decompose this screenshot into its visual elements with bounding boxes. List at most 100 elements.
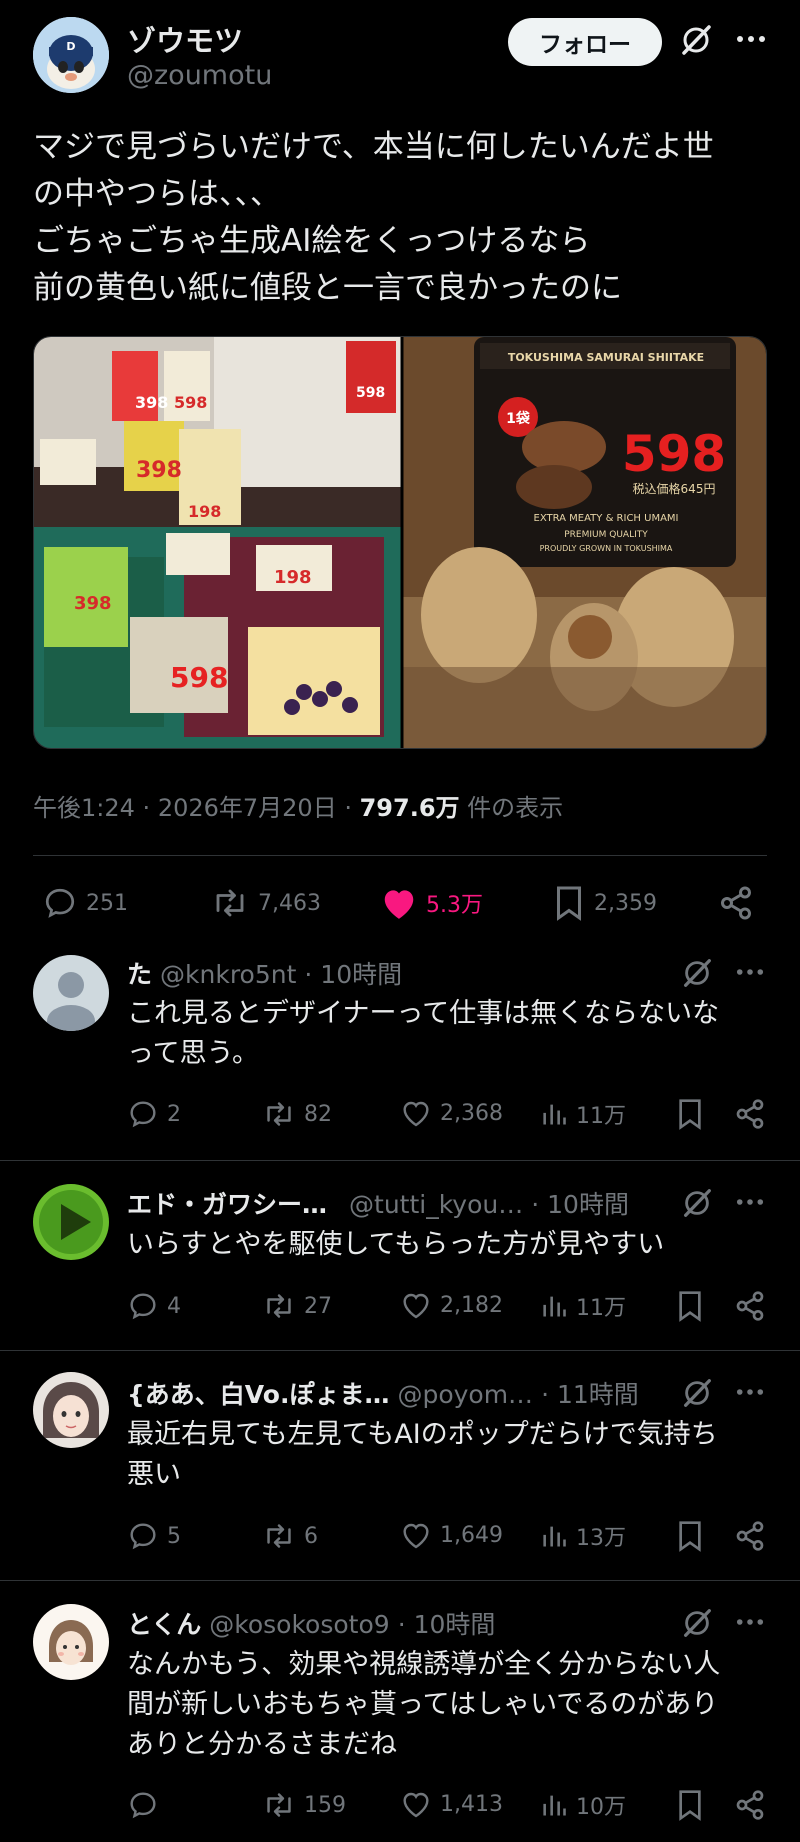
views-button[interactable]: 11万 xyxy=(540,1290,626,1322)
view-count: 10万 xyxy=(576,1795,626,1820)
reply-text-line: って思う。 xyxy=(127,1038,260,1069)
more-options-icon[interactable] xyxy=(735,1188,765,1216)
repost-button[interactable]: 7,463 xyxy=(210,885,321,921)
tweet-date[interactable]: 2026年7月20日 xyxy=(158,794,337,822)
like-button[interactable]: 1,413 xyxy=(400,1789,503,1819)
author-avatar[interactable]: D xyxy=(33,17,109,93)
reply-time[interactable]: · 10時間 xyxy=(531,1185,629,1221)
tweet-time[interactable]: 午後1:24 xyxy=(33,794,135,822)
reply-button[interactable]: 4 xyxy=(127,1290,181,1322)
reply-author-handle[interactable]: @tutti_kyou… xyxy=(349,1190,523,1219)
price-tag-text: 598 xyxy=(174,393,207,412)
reply-button[interactable]: 5 xyxy=(127,1520,181,1552)
reply-button[interactable]: 2 xyxy=(127,1098,181,1130)
price-tag-text: 198 xyxy=(188,502,221,521)
shiitake-badge: 1袋 xyxy=(506,410,531,427)
share-button[interactable] xyxy=(718,885,754,921)
tweet-text-line: の中やつらは、、、 xyxy=(33,176,281,212)
repost-button[interactable]: 6 xyxy=(262,1520,318,1552)
reply-avatar-illustration[interactable] xyxy=(33,1604,109,1680)
reply-count: 2 xyxy=(167,1101,181,1127)
view-count: 11万 xyxy=(576,1104,626,1129)
heart-icon xyxy=(403,1293,429,1319)
share-icon[interactable] xyxy=(734,1520,766,1552)
reply-time[interactable]: · 10時間 xyxy=(398,1605,496,1641)
grok-icon[interactable] xyxy=(680,1186,714,1220)
grok-icon[interactable] xyxy=(680,1376,714,1410)
reply-author-name[interactable]: た xyxy=(127,955,152,991)
reply-time[interactable]: · 10時間 xyxy=(304,955,402,991)
reply-text: 最近右見ても左見てもAIのポップだらけで気持ち 悪い xyxy=(127,1415,767,1495)
share-icon xyxy=(721,886,751,920)
reply-text-line: ありと分かるさまだね xyxy=(127,1729,397,1760)
repost-button[interactable]: 159 xyxy=(262,1789,346,1821)
repost-icon xyxy=(267,1102,291,1126)
reply-author-handle[interactable]: @kosokosoto9 xyxy=(209,1610,389,1639)
reply-text-line: 間が新しいおもちゃ貰ってはしゃいでるのがあり xyxy=(127,1689,719,1720)
repost-count: 82 xyxy=(304,1101,332,1127)
tweet-text-line: 前の黄色い紙に値段と一言で良かったのに xyxy=(33,270,622,306)
media-photo-shiitake[interactable]: TOKUSHIMA SAMURAI SHIITAKE 1袋 598 税込価格64… xyxy=(403,337,767,749)
reply-icon xyxy=(130,1101,156,1128)
like-button[interactable]: 1,649 xyxy=(400,1520,503,1550)
repost-icon xyxy=(216,889,244,917)
reply-button[interactable] xyxy=(127,1789,167,1821)
like-count: 1,649 xyxy=(440,1522,503,1548)
grok-icon[interactable] xyxy=(680,1606,714,1640)
more-options-icon[interactable] xyxy=(735,24,767,54)
like-button[interactable]: 2,368 xyxy=(400,1098,503,1128)
reply-avatar-default[interactable] xyxy=(33,955,109,1031)
share-icon[interactable] xyxy=(734,1098,766,1130)
reply-avatar-play[interactable] xyxy=(33,1184,109,1260)
repost-button[interactable]: 27 xyxy=(262,1290,332,1322)
repost-count: 6 xyxy=(304,1523,318,1549)
reply-author-name[interactable]: とくん xyxy=(127,1605,201,1641)
reply-icon xyxy=(45,888,75,918)
bookmark-icon[interactable] xyxy=(676,1520,704,1552)
views-button[interactable]: 10万 xyxy=(540,1789,626,1821)
reply-avatar-anime[interactable] xyxy=(33,1372,109,1448)
like-button[interactable]: 2,182 xyxy=(400,1290,503,1320)
grok-icon[interactable] xyxy=(680,956,714,990)
share-icon[interactable] xyxy=(734,1789,766,1821)
reply-author-name[interactable]: エド・ガワシー… xyxy=(127,1185,327,1221)
reply-count: 251 xyxy=(86,890,128,916)
views-chart-icon xyxy=(543,1104,566,1125)
reply-author-handle[interactable]: @poyom… xyxy=(397,1380,533,1409)
author-handle[interactable]: @zoumotu xyxy=(127,60,272,91)
repost-count: 159 xyxy=(304,1792,346,1818)
reply-time[interactable]: · 11時間 xyxy=(541,1375,639,1411)
author-name[interactable]: ゾウモツ xyxy=(127,18,243,60)
like-count: 2,368 xyxy=(440,1100,503,1126)
more-options-icon[interactable] xyxy=(735,1608,765,1636)
tweet-media[interactable]: 398 598 398 198 398 198 598 598 TOKUSHIM… xyxy=(33,336,767,749)
reply-text-line: 最近右見ても左見てもAIのポップだらけで気持ち xyxy=(127,1419,718,1450)
more-options-icon[interactable] xyxy=(735,958,765,986)
bookmark-icon[interactable] xyxy=(676,1789,704,1821)
tweet-text-line: ごちゃごちゃ生成AI絵をくっつけるなら xyxy=(33,223,591,259)
bookmark-icon[interactable] xyxy=(676,1098,704,1130)
repost-icon xyxy=(267,1294,291,1318)
grok-icon[interactable] xyxy=(678,22,714,58)
price-tag-text: 598 xyxy=(356,385,385,401)
repost-count: 7,463 xyxy=(258,890,321,916)
more-options-icon[interactable] xyxy=(735,1378,765,1406)
tweet-meta: 午後1:24 · 2026年7月20日 · 797.6万 件の表示 xyxy=(33,794,564,822)
svg-text:D: D xyxy=(66,40,75,53)
share-icon[interactable] xyxy=(734,1290,766,1322)
bookmark-icon[interactable] xyxy=(676,1290,704,1322)
views-button[interactable]: 11万 xyxy=(540,1098,626,1130)
like-button[interactable]: 5.3万 xyxy=(380,885,483,921)
shiitake-tax: 税込価格645円 xyxy=(633,481,716,496)
follow-button[interactable]: フォロー xyxy=(508,18,662,66)
reply-button[interactable]: 251 xyxy=(42,885,128,921)
media-photo-produce[interactable]: 398 598 398 198 398 198 598 598 xyxy=(34,337,401,749)
bookmark-button[interactable]: 2,359 xyxy=(552,885,657,921)
reply-author-name[interactable]: {ああ、白Vo.ぽょま… xyxy=(127,1375,389,1411)
repost-count: 27 xyxy=(304,1293,332,1319)
reply-author-handle[interactable]: @knkro5nt xyxy=(160,960,296,989)
views-chart-icon xyxy=(543,1795,566,1816)
views-button[interactable]: 13万 xyxy=(540,1520,626,1552)
repost-button[interactable]: 82 xyxy=(262,1098,332,1130)
reply-text-line: 悪い xyxy=(127,1459,181,1490)
